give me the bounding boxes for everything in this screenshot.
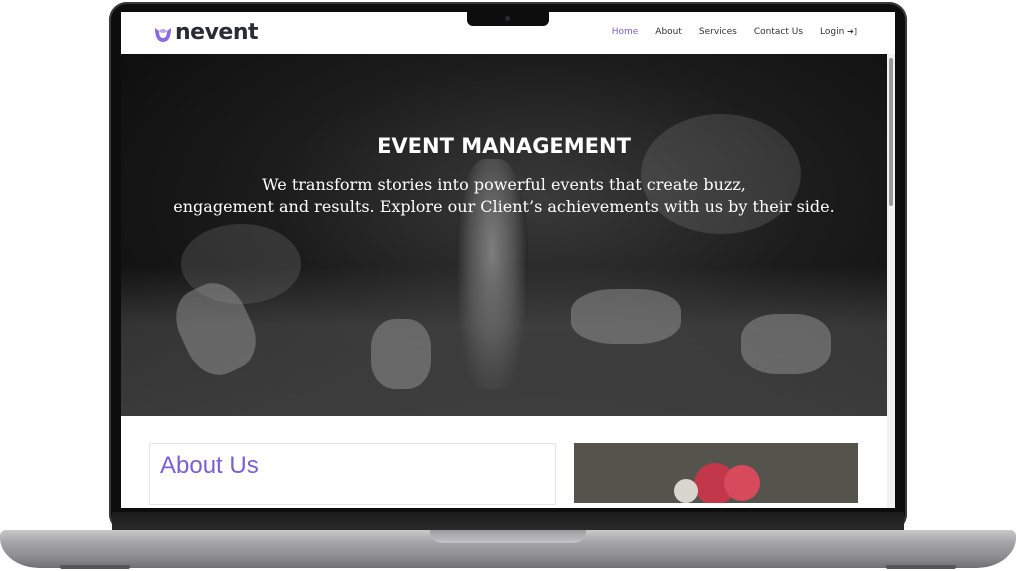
stage-equipment	[741, 314, 831, 374]
camera-notch	[467, 12, 549, 26]
camera-icon	[505, 16, 510, 21]
hero-subtitle-line2: engagement and results. Explore our Clie…	[173, 197, 835, 216]
nav-login[interactable]: Login ➔]	[820, 27, 857, 37]
laptop-foot	[886, 565, 956, 569]
nav-about[interactable]: About	[655, 27, 682, 37]
nav-login-label: Login	[820, 27, 845, 37]
hero-subtitle: We transform stories into powerful event…	[121, 174, 887, 218]
laptop-groove	[430, 530, 586, 543]
brand-logo[interactable]: nevent	[152, 20, 259, 45]
about-card: About Us	[149, 443, 556, 505]
nav-services[interactable]: Services	[699, 27, 737, 37]
flower-shape	[674, 479, 698, 503]
hero-title: EVENT MANAGEMENT	[377, 134, 631, 158]
scrollbar-thumb[interactable]	[889, 58, 893, 206]
flower-shape	[724, 465, 760, 501]
main-nav: Home About Services Contact Us Login ➔]	[612, 27, 857, 37]
logo-icon	[155, 27, 171, 42]
brand-name: nevent	[175, 20, 259, 45]
laptop-chin	[112, 512, 904, 532]
nav-home[interactable]: Home	[612, 27, 639, 37]
page-scrollbar[interactable]	[887, 54, 895, 508]
raised-hand	[371, 319, 431, 389]
about-title: About Us	[160, 452, 259, 479]
login-icon: ➔]	[847, 27, 857, 36]
browser-viewport: nevent Home About Services Contact Us Lo…	[121, 12, 895, 508]
hero-banner: EVENT MANAGEMENT We transform stories in…	[121, 54, 887, 416]
about-image	[574, 443, 858, 503]
laptop-foot	[60, 565, 130, 569]
nav-contact[interactable]: Contact Us	[754, 27, 803, 37]
camera-shape	[571, 289, 681, 344]
hero-subtitle-line1: We transform stories into powerful event…	[262, 175, 746, 194]
